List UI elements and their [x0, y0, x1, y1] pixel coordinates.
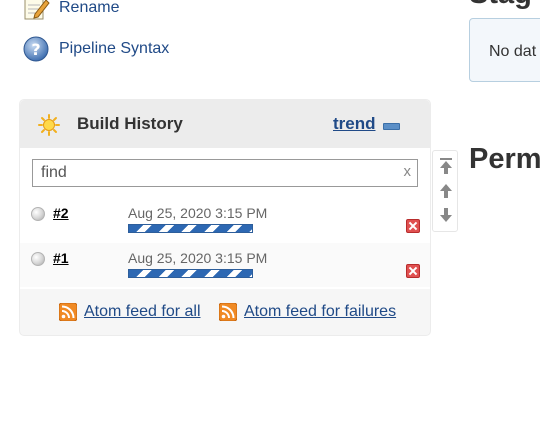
- build-status-ball-icon: [31, 207, 45, 221]
- atom-feed-all-link[interactable]: Atom feed for all: [58, 302, 201, 322]
- build-history-header: Build History trend: [20, 100, 430, 148]
- stage-view-panel: No dat: [469, 18, 540, 82]
- sun-weather-icon: [38, 114, 60, 136]
- permalinks-heading: Perm: [469, 143, 540, 175]
- build-history-widget: Build History trend x #2 Aug 25, 2020 3:…: [19, 99, 431, 336]
- rename-link[interactable]: Rename: [22, 0, 119, 22]
- build-search-box: x: [32, 159, 418, 187]
- collapse-minus-icon[interactable]: [383, 123, 400, 130]
- build-date: Aug 25, 2020 3:15 PM: [128, 250, 268, 266]
- rss-feed-icon: [58, 302, 78, 322]
- arrow-down-icon[interactable]: [439, 206, 453, 224]
- rename-label: Rename: [59, 0, 120, 16]
- build-number-link[interactable]: #2: [53, 205, 69, 221]
- build-history-footer: Atom feed for all Atom feed for failures: [20, 289, 430, 336]
- build-progress-bar: [128, 224, 253, 233]
- atom-feed-failures-link[interactable]: Atom feed for failures: [218, 302, 397, 322]
- build-row: #1 Aug 25, 2020 3:15 PM: [20, 243, 430, 287]
- build-search-input[interactable]: [33, 160, 383, 186]
- trend-link[interactable]: trend: [333, 114, 376, 134]
- no-data-text: No dat: [489, 43, 537, 60]
- build-history-scroll-controls: [432, 150, 458, 232]
- build-number-link[interactable]: #1: [53, 250, 69, 266]
- build-progress-bar: [128, 269, 253, 278]
- svg-text:?: ?: [31, 40, 40, 59]
- stop-x-icon[interactable]: [406, 219, 420, 233]
- build-date: Aug 25, 2020 3:15 PM: [128, 205, 268, 221]
- atom-feed-all-label: Atom feed for all: [84, 303, 201, 320]
- notepad-pencil-icon: [22, 0, 50, 22]
- atom-feed-failures-label: Atom feed for failures: [244, 303, 397, 320]
- pipeline-syntax-link[interactable]: ? Pipeline Syntax: [22, 35, 169, 63]
- pipeline-syntax-label: Pipeline Syntax: [59, 40, 170, 57]
- build-history-title: Build History: [77, 114, 183, 133]
- build-history-body: x #2 Aug 25, 2020 3:15 PM #1 Aug 25, 202…: [20, 148, 430, 289]
- arrow-up-icon[interactable]: [439, 182, 453, 200]
- clear-search-button[interactable]: x: [404, 163, 412, 180]
- rss-feed-icon: [218, 302, 238, 322]
- build-row: #2 Aug 25, 2020 3:15 PM: [20, 198, 430, 242]
- build-status-ball-icon: [31, 252, 45, 266]
- scroll-top-icon[interactable]: [439, 157, 453, 175]
- help-question-icon: ?: [22, 35, 50, 63]
- stop-x-icon[interactable]: [406, 264, 420, 278]
- stage-view-heading: Stag: [469, 0, 532, 11]
